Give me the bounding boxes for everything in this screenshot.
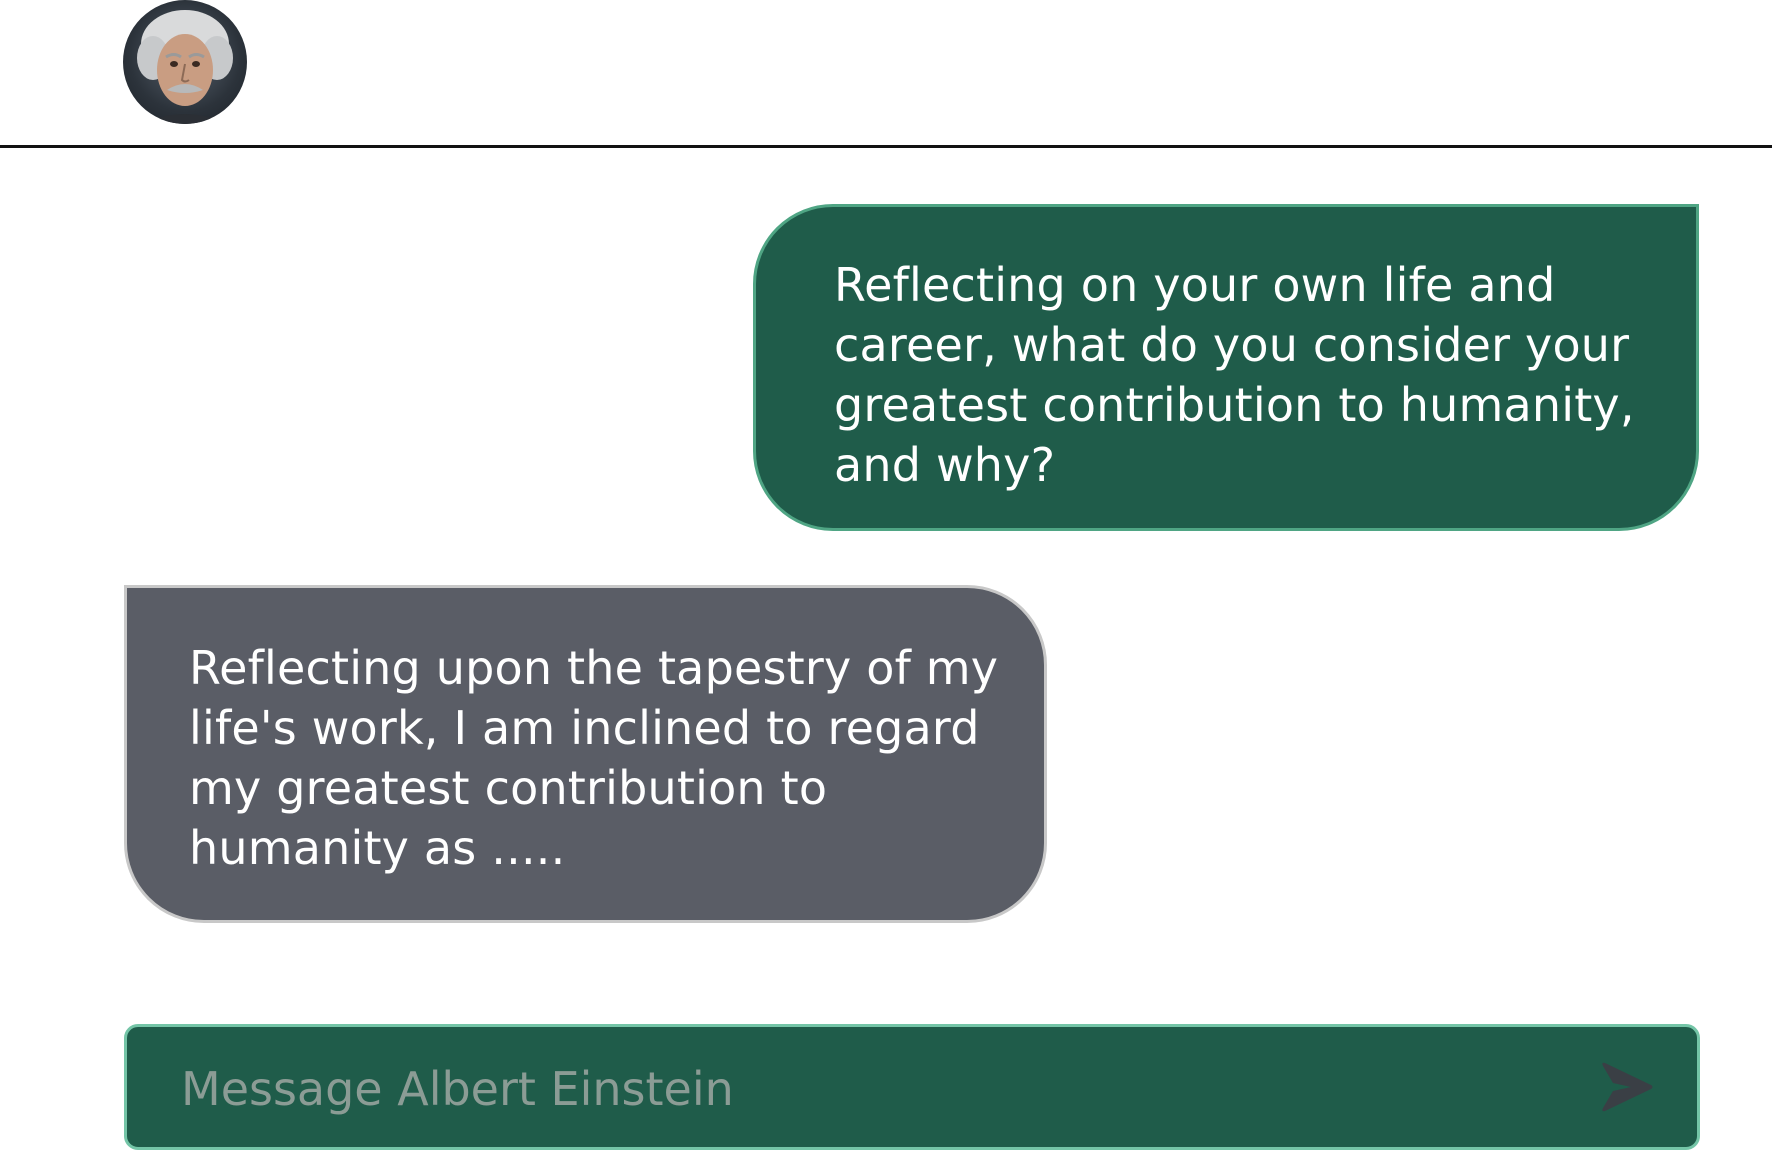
message-input[interactable]: [179, 1053, 1563, 1125]
chat-page: Reflecting on your own life and career, …: [0, 0, 1772, 1152]
send-arrow-icon: [1602, 1062, 1653, 1112]
einstein-portrait-icon: [137, 10, 233, 124]
assistant-message-bubble: Reflecting upon the tapestry of my life'…: [124, 585, 1047, 923]
chat-header: [0, 0, 1772, 148]
message-composer: [124, 1024, 1700, 1150]
avatar[interactable]: [123, 0, 247, 124]
user-message-bubble: Reflecting on your own life and career, …: [753, 204, 1699, 531]
send-button[interactable]: [1597, 1057, 1657, 1117]
